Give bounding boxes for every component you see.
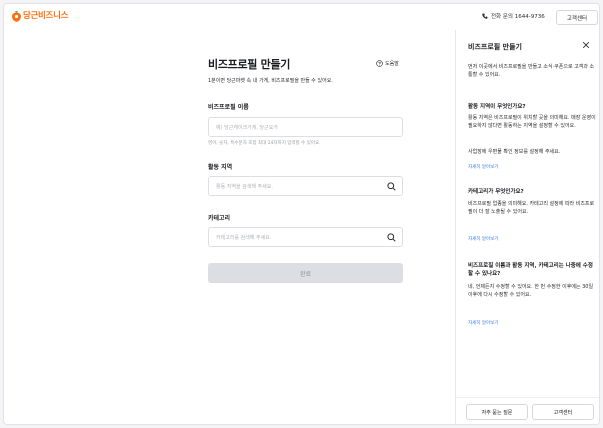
search-icon[interactable]	[387, 182, 396, 191]
help-side-panel: 비즈프로필 만들기 먼저 이곳에서 비즈프로필을 만들고 소식·쿠폰으로 고객과…	[455, 30, 599, 424]
faq-answer: 네, 언제든지 수정할 수 있어요. 한 번 수정한 이후에는 30일 이후에 …	[468, 284, 594, 298]
page-subtitle: 1분이면 당근마켓 속 내 가게, 비즈프로필을 만들 수 있어요.	[208, 78, 333, 84]
help-label: 도움말	[385, 61, 399, 67]
faq-button[interactable]: 자주 묻는 질문	[466, 404, 528, 420]
logo[interactable]: 당근비즈니스	[12, 11, 68, 22]
profile-name-input[interactable]: 예) 당근케이크가게, 당근요가	[208, 117, 403, 137]
faq-extra: 사업장에 우편물 확인 정보를 설정해 주세요.	[468, 149, 561, 155]
category-label: 카테고리	[208, 215, 231, 222]
profile-form: 비즈프로필 만들기 도움말 1분이면 당근마켓 속 내 가게, 비즈프로필을 만…	[208, 56, 403, 283]
panel-title: 비즈프로필 만들기	[468, 43, 522, 51]
page-title: 비즈프로필 만들기	[208, 58, 291, 71]
phone-text: 전화 문의 1644-9736	[491, 14, 545, 20]
learn-more-link[interactable]: 자세히 알아보기	[468, 164, 498, 170]
panel-divider	[456, 397, 599, 398]
faq-question: 카테고리가 무엇인가요?	[468, 189, 524, 195]
learn-more-link[interactable]: 자세히 알아보기	[468, 320, 498, 326]
panel-intro: 먼저 이곳에서 비즈프로필을 만들고 소식·쿠폰으로 고객과 소통할 수 있어요…	[468, 64, 595, 78]
faq-question: 활동 지역이 무엇인가요?	[468, 104, 526, 110]
region-search-input[interactable]: 활동 지역을 검색해 주세요.	[208, 176, 403, 196]
search-icon[interactable]	[387, 233, 396, 242]
submit-button[interactable]: 완료	[208, 263, 403, 283]
customer-center-button[interactable]: 고객센터	[556, 10, 598, 25]
name-hint: 영어, 숫자, 특수문자 포함 최대 24자까지 입력할 수 있어요.	[208, 141, 321, 146]
phone-contact: 전화 문의 1644-9736	[482, 12, 545, 20]
logo-text: 당근비즈니스	[23, 11, 69, 21]
category-placeholder: 카테고리를 검색해 주세요.	[216, 234, 272, 241]
carrot-logo-icon	[12, 11, 21, 22]
phone-icon	[482, 13, 488, 19]
help-button[interactable]: 도움말	[376, 60, 399, 67]
name-label: 비즈프로필 이름	[208, 104, 249, 111]
app-window: 당근비즈니스 전화 문의 1644-9736 고객센터 비즈프로필 만들기 도움…	[3, 3, 600, 425]
faq-question: 비즈프로필 이름과 활동 지역, 카테고리는 나중에 수정할 수 있나요?	[468, 263, 593, 277]
top-header: 당근비즈니스 전화 문의 1644-9736 고객센터	[4, 4, 599, 30]
learn-more-link[interactable]: 자세히 알아보기	[468, 236, 498, 242]
panel-customer-center-button[interactable]: 고객센터	[532, 404, 594, 420]
faq-answer: 비즈프로필 업종을 의미해요. 카테고리 설정에 따라 비즈프로필이 더 잘 노…	[468, 201, 595, 215]
region-label: 활동 지역	[208, 164, 233, 171]
close-icon[interactable]	[582, 41, 590, 49]
faq-answer: 활동 지역은 비즈프로필이 위치할 곳을 의미해요. 매장 운영이 필요하지 않…	[468, 115, 596, 129]
region-placeholder: 활동 지역을 검색해 주세요.	[216, 183, 273, 190]
help-circle-icon	[376, 60, 383, 67]
name-placeholder: 예) 당근케이크가게, 당근요가	[216, 124, 278, 131]
category-search-input[interactable]: 카테고리를 검색해 주세요.	[208, 227, 403, 247]
